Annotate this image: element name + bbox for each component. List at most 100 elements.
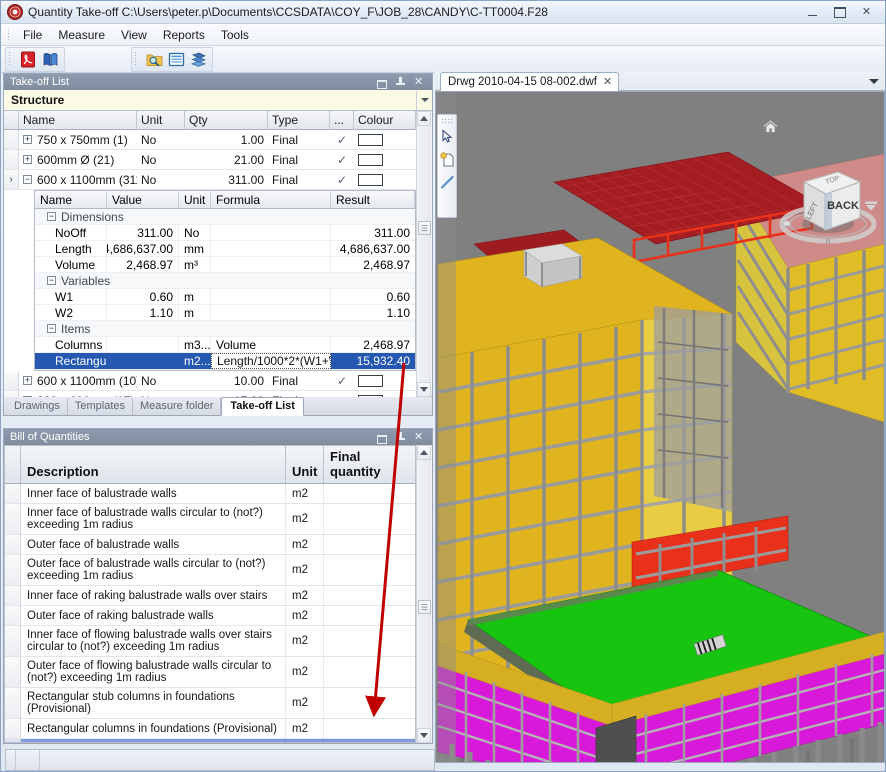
table-row[interactable]: Inner face of balustrade walls circular … [5,504,415,535]
row-selector[interactable]: › [4,170,19,189]
takeoff-row-colour[interactable] [354,170,416,189]
row-selector[interactable] [5,484,21,503]
tab-templates[interactable]: Templates [68,398,133,415]
detail-row-formula[interactable] [211,225,331,240]
table-row[interactable]: Outer face of flowing balustrade walls c… [5,657,415,688]
scrollbar-thumb[interactable]: ☰ [418,221,431,235]
scroll-up-icon[interactable] [417,445,431,460]
structure-selector[interactable]: Structure [4,90,432,111]
detail-group-items[interactable]: − Items [35,321,415,337]
colour-swatch[interactable] [358,133,383,146]
detail-group-dimensions[interactable]: − Dimensions [35,209,415,225]
expand-icon[interactable]: + [23,135,32,144]
toolbar-grip[interactable] [441,118,453,123]
pin-icon[interactable] [396,431,405,443]
row-selector[interactable] [5,535,21,554]
detail-row-value[interactable] [107,337,179,352]
row-selector[interactable] [5,606,21,625]
row-selector[interactable] [5,586,21,605]
restore-icon[interactable] [376,77,387,89]
menu-item-tools[interactable]: Tools [213,26,257,44]
bluebeam-revu-icon[interactable] [39,48,61,70]
toolbar-grip[interactable] [8,51,15,67]
detail-col-formula[interactable]: Formula [211,191,331,208]
toolbar-grip-2[interactable] [134,51,141,67]
row-selector[interactable] [5,688,21,718]
boq-vertical-scrollbar[interactable]: ☰ [416,445,431,743]
takeoff-col-unit[interactable]: Unit [137,111,185,129]
colour-swatch[interactable] [358,153,383,166]
boq-col-final-quantity[interactable]: Final quantity [324,446,415,483]
takeoff-row-name[interactable]: + 600 x 1100mm (10) [19,371,137,390]
takeoff-col-flag[interactable]: ... [330,111,354,129]
row-selector[interactable]: › [5,739,21,742]
expand-icon[interactable]: + [23,376,32,385]
row-selector[interactable] [5,719,21,738]
table-row[interactable]: + 600 x 1100mm (10) No 10.00 Final ✓ [4,371,416,391]
scroll-down-icon[interactable] [417,382,431,397]
table-row[interactable]: › − 600 x 1100mm (311) No 311.00 Final ✓ [4,170,416,190]
detail-row[interactable]: W1 0.60 m 0.60 [35,289,415,305]
menu-item-reports[interactable]: Reports [155,26,213,44]
pin-icon[interactable] [396,76,405,88]
detail-row-value[interactable]: 1.10 [107,305,179,320]
collapse-icon[interactable]: − [47,276,56,285]
table-row[interactable]: Inner face of balustrade walls m2 [5,484,415,504]
maximize-icon[interactable] [833,6,846,19]
takeoff-row-name[interactable]: + 600mm Ø (21) [19,150,137,169]
scroll-up-icon[interactable] [417,111,431,126]
detail-row-formula[interactable] [211,257,331,272]
takeoff-row-name[interactable]: − 600 x 1100mm (311) [19,170,137,189]
detail-row-selected[interactable]: Rectangu... m2... Length/1000*2*(W1+W2) … [35,353,415,370]
takeoff-row-colour[interactable] [354,130,416,149]
detail-group-variables[interactable]: − Variables [35,273,415,289]
boq-col-unit[interactable]: Unit [286,446,324,483]
home-icon[interactable] [763,120,778,134]
menu-item-measure[interactable]: Measure [50,26,113,44]
book-icon[interactable] [187,48,209,70]
expand-icon[interactable]: + [23,155,32,164]
detail-row-value[interactable]: 0.60 [107,289,179,304]
takeoff-vertical-scrollbar[interactable]: ☰ [416,111,431,397]
row-selector[interactable] [5,657,21,687]
document-tab-drawing[interactable]: Drwg 2010-04-15 08-002.dwf ✕ [440,72,620,91]
detail-row-formula[interactable] [211,305,331,320]
detail-row-formula-editor[interactable]: Length/1000*2*(W1+W2) [211,353,331,369]
table-row[interactable]: Outer face of balustrade walls circular … [5,555,415,586]
minimize-icon[interactable] [806,6,819,19]
takeoff-col-type[interactable]: Type [268,111,330,129]
list-form-icon[interactable] [165,48,187,70]
row-selector[interactable] [4,130,19,149]
row-selector[interactable] [5,504,21,534]
detail-col-name[interactable]: Name [35,191,107,208]
detail-col-result[interactable]: Result [331,191,415,208]
tab-drawings[interactable]: Drawings [7,398,68,415]
model-viewport[interactable]: BACK LEFT TOP N [435,91,885,763]
detail-row[interactable]: Length 4,686,637.00 mm 4,686,637.00 [35,241,415,257]
boq-row-rectangular-columns[interactable]: › Rectangular columns m2 15,932 [5,739,415,742]
chevron-down-icon[interactable] [416,90,432,110]
close-icon[interactable] [414,75,425,88]
table-row[interactable]: Rectangular stub columns in foundations … [5,688,415,719]
boq-col-description[interactable]: Description [21,446,286,483]
table-row[interactable]: Inner face of raking balustrade walls ov… [5,586,415,606]
tab-measure-folder[interactable]: Measure folder [133,398,222,415]
row-selector[interactable] [4,371,19,390]
colour-swatch[interactable] [358,173,383,186]
menu-item-view[interactable]: View [113,26,155,44]
line-measure-icon[interactable] [438,172,456,192]
detail-row[interactable]: NoOff 311.00 No 311.00 [35,225,415,241]
detail-col-unit[interactable]: Unit [179,191,211,208]
detail-row-formula[interactable] [211,241,331,256]
takeoff-col-name[interactable]: Name [19,111,137,129]
table-row[interactable]: Rectangular columns in foundations (Prov… [5,719,415,739]
close-icon[interactable] [860,6,873,19]
takeoff-col-qty[interactable]: Qty [185,111,268,129]
takeoff-col-colour[interactable]: Colour [354,111,416,129]
takeoff-row-name[interactable]: + 750 x 750mm (1) [19,130,137,149]
new-markup-icon[interactable] [438,149,456,169]
restore-icon[interactable] [376,432,387,444]
detail-row[interactable]: Columns m3... Volume 2,468.97 [35,337,415,353]
table-row[interactable]: Outer face of balustrade walls m2 [5,535,415,555]
table-row[interactable]: Outer face of raking balustrade walls m2 [5,606,415,626]
